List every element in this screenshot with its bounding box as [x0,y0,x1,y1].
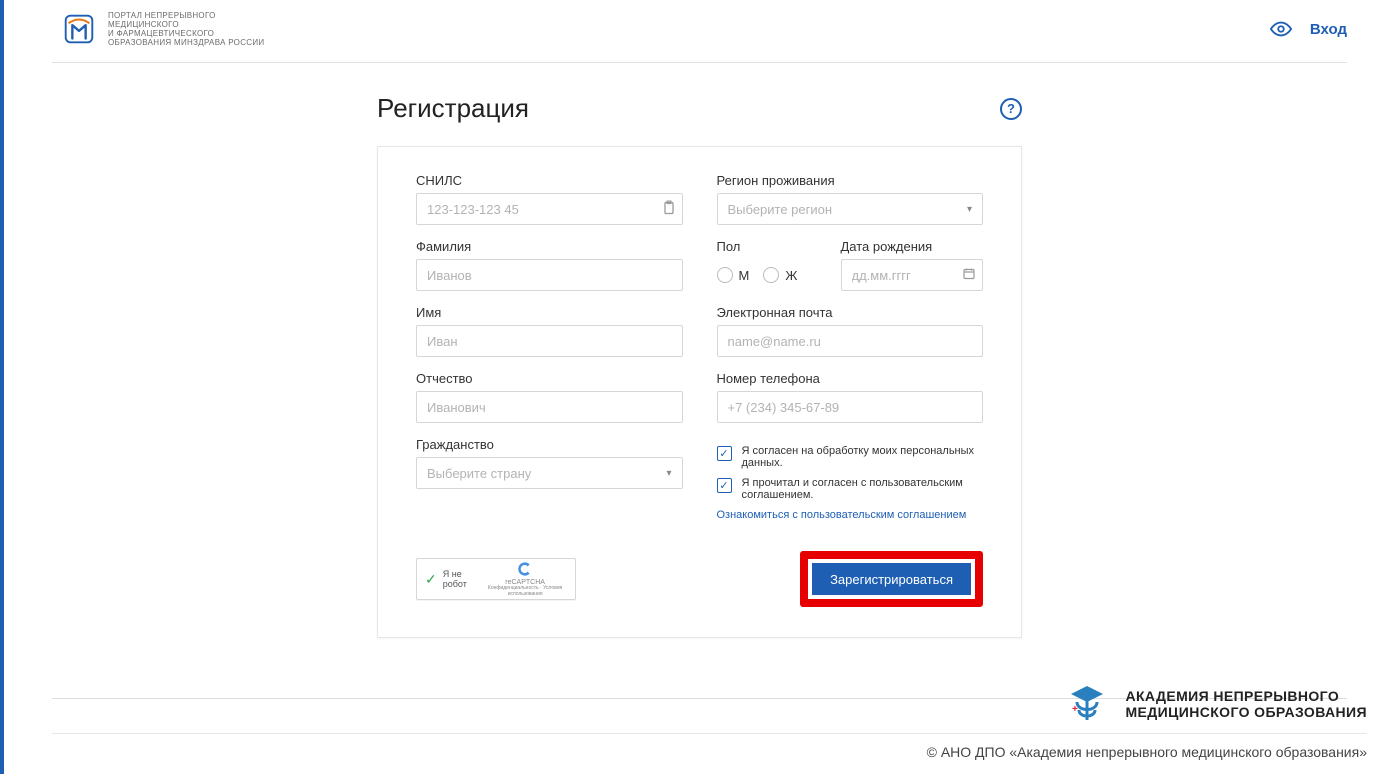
right-column: Регион проживания Выберите регион ▾ Пол … [717,173,984,521]
chevron-down-icon: ▾ [666,468,671,479]
accessibility-eye-icon[interactable] [1270,18,1292,40]
dob-field-group: Дата рождения [841,239,984,291]
page-title-row: Регистрация ? [377,93,1022,124]
registration-form: СНИЛС Фамилия Имя [377,146,1022,638]
lastname-input[interactable] [416,259,683,291]
radio-icon [763,267,779,283]
gender-female-text: Ж [785,268,797,283]
citizenship-placeholder: Выберите страну [427,466,531,481]
recaptcha-label: Я не робот [443,569,478,589]
help-icon[interactable]: ? [1000,98,1022,120]
slide-edge [0,0,4,774]
consent-terms-text: Я прочитал и согласен с пользовательским… [742,477,984,501]
left-column: СНИЛС Фамилия Имя [416,173,683,521]
recaptcha-check-icon: ✓ [425,571,437,588]
region-placeholder: Выберите регион [728,202,833,217]
phone-input[interactable] [717,391,984,423]
gender-label: Пол [717,239,827,254]
region-field-group: Регион проживания Выберите регион ▾ [717,173,984,225]
dob-label: Дата рождения [841,239,984,254]
recaptcha-widget[interactable]: ✓ Я не робот reCAPTCHA Конфиденциальност… [416,558,576,600]
dob-input[interactable] [841,259,984,291]
citizenship-label: Гражданство [416,437,683,452]
footer-brand-l2: МЕДИЦИНСКОГО ОБРАЗОВАНИЯ [1125,704,1367,720]
firstname-label: Имя [416,305,683,320]
citizenship-field-group: Гражданство Выберите страну ▾ [416,437,683,489]
brand: ПОРТАЛ НЕПРЕРЫВНОГО МЕДИЦИНСКОГО И ФАРМА… [60,10,264,48]
patronymic-input[interactable] [416,391,683,423]
firstname-input[interactable] [416,325,683,357]
footer-brand-text: АКАДЕМИЯ НЕПРЕРЫВНОГО МЕДИЦИНСКОГО ОБРАЗ… [1125,688,1367,720]
brand-text: ПОРТАЛ НЕПРЕРЫВНОГО МЕДИЦИНСКОГО И ФАРМА… [108,11,264,48]
brand-logo-icon [60,10,98,48]
consent-pd-checkbox[interactable]: ✓ [717,446,732,461]
gender-male-radio[interactable]: М [717,267,750,283]
patronymic-field-group: Отчество [416,371,683,423]
phone-field-group: Номер телефона [717,371,984,423]
submit-highlight: Зарегистрироваться [800,551,983,607]
calendar-icon[interactable] [963,268,975,283]
form-bottom-row: ✓ Я не робот reCAPTCHA Конфиденциальност… [416,551,983,607]
region-select[interactable]: Выберите регион ▾ [717,193,984,225]
app-window: ПОРТАЛ НЕПРЕРЫВНОГО МЕДИЦИНСКОГО И ФАРМА… [52,0,1347,699]
recaptcha-sub: Конфиденциальность · Условия использован… [483,586,567,597]
email-field-group: Электронная почта [717,305,984,357]
firstname-field-group: Имя [416,305,683,357]
lastname-field-group: Фамилия [416,239,683,291]
top-links: Вход [1270,18,1347,40]
gender-field-group: Пол М Ж [717,239,827,291]
consent-terms-checkbox[interactable]: ✓ [717,478,732,493]
snils-clipboard-icon[interactable] [663,201,675,218]
email-label: Электронная почта [717,305,984,320]
phone-label: Номер телефона [717,371,984,386]
recaptcha-logo: reCAPTCHA Конфиденциальность · Условия и… [483,561,567,598]
email-input[interactable] [717,325,984,357]
consent-checks: ✓ Я согласен на обработку моих персональ… [717,445,984,521]
page-title: Регистрация [377,93,529,124]
gender-female-radio[interactable]: Ж [763,267,797,283]
snils-field-group: СНИЛС [416,173,683,225]
terms-link[interactable]: Ознакомиться с пользовательским соглашен… [717,509,984,521]
submit-button[interactable]: Зарегистрироваться [812,563,971,595]
footer-brand-l1: АКАДЕМИЯ НЕПРЕРЫВНОГО [1125,688,1367,704]
login-link[interactable]: Вход [1310,21,1347,38]
radio-icon [717,267,733,283]
lastname-label: Фамилия [416,239,683,254]
gender-male-text: М [739,268,750,283]
top-bar: ПОРТАЛ НЕПРЕРЫВНОГО МЕДИЦИНСКОГО И ФАРМА… [52,0,1347,63]
snils-input[interactable] [416,193,683,225]
region-label: Регион проживания [717,173,984,188]
chevron-down-icon: ▾ [967,204,972,215]
snils-label: СНИЛС [416,173,683,188]
footer-brand-icon: + [1063,680,1111,728]
svg-text:+: + [1072,704,1078,715]
footer-divider [52,733,1367,734]
citizenship-select[interactable]: Выберите страну ▾ [416,457,683,489]
consent-pd-text: Я согласен на обработку моих персональны… [742,445,984,469]
footer-brand: + АКАДЕМИЯ НЕПРЕРЫВНОГО МЕДИЦИНСКОГО ОБР… [1063,680,1367,728]
patronymic-label: Отчество [416,371,683,386]
copyright: © АНО ДПО «Академия непрерывного медицин… [927,744,1367,760]
